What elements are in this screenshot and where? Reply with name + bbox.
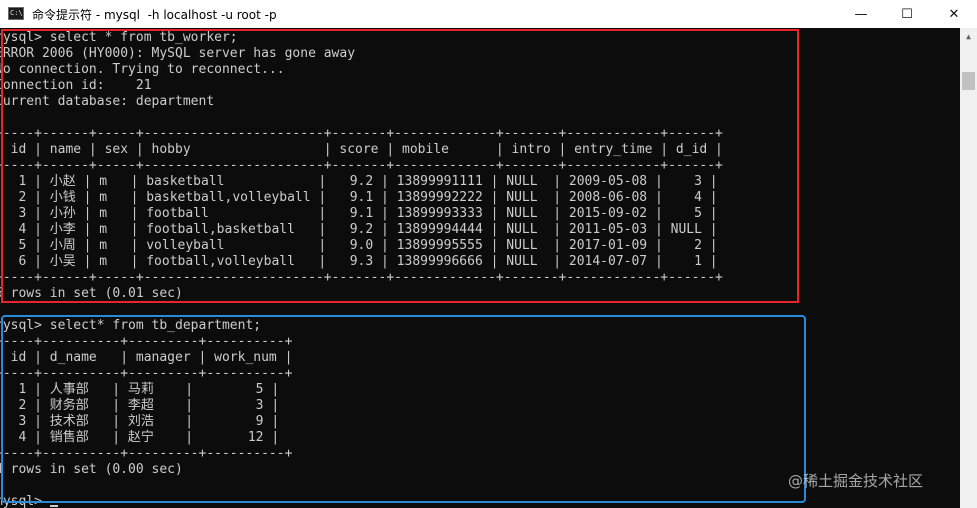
terminal-line: | 1 | 人事部 | 马莉 | 5 | [0, 382, 280, 397]
terminal-line: 4 rows in set (0.00 sec) [0, 462, 183, 477]
terminal-line: | 1 | 小赵 | m | basketball | 9.2 | 138999… [0, 174, 718, 189]
terminal-line: | 4 | 小李 | m | football,basketball | 9.2… [0, 222, 718, 237]
terminal-line: +----+------+-----+---------------------… [0, 126, 723, 141]
terminal-line: +----+----------+---------+----------+ [0, 366, 293, 381]
terminal-line: 6 rows in set (0.01 sec) [0, 286, 183, 301]
watermark: @稀土掘金技术社区 [788, 472, 924, 490]
terminal-line: | 2 | 小钱 | m | basketball,volleyball | 9… [0, 190, 718, 205]
terminal-line: +----+------+-----+---------------------… [0, 158, 723, 173]
terminal-line: Current database: department [0, 94, 215, 109]
window-title: 命令提示符 - mysql -h localhost -u root -p [32, 8, 277, 22]
close-button[interactable]: ✕ [931, 0, 977, 28]
text-cursor [49, 505, 58, 507]
vertical-scrollbar[interactable]: ▲ [960, 28, 977, 508]
terminal-line: No connection. Trying to reconnect... [0, 62, 285, 77]
scroll-up-arrow-icon[interactable]: ▲ [960, 28, 977, 45]
terminal-line: | 6 | 小吴 | m | football,volleyball | 9.3… [0, 254, 718, 269]
terminal-line: | 4 | 销售部 | 赵宁 | 12 | [0, 430, 280, 445]
terminal-line: mysql> select* from tb_department; [0, 318, 262, 333]
maximize-button[interactable]: ☐ [884, 0, 930, 28]
terminal-area[interactable]: mysql> select * from tb_worker; ERROR 200… [0, 28, 960, 508]
minimize-button[interactable]: — [838, 0, 884, 28]
terminal-line: | 3 | 技术部 | 刘浩 | 9 | [0, 414, 280, 429]
terminal-line: mysql> [0, 494, 723, 508]
terminal-line: ERROR 2006 (HY000): MySQL server has gon… [0, 46, 356, 61]
cmd-app-icon: C:\ [8, 7, 24, 20]
terminal-line: | id | name | sex | hobby | score | mobi… [0, 142, 723, 157]
terminal-line: | 2 | 财务部 | 李超 | 3 | [0, 398, 280, 413]
terminal-output: mysql> select * from tb_worker; ERROR 200… [0, 30, 723, 508]
terminal-line: +----+------+-----+---------------------… [0, 270, 723, 285]
terminal-line: | 3 | 小孙 | m | football | 9.1 | 13899993… [0, 206, 718, 221]
terminal-line: Connection id: 21 [0, 78, 152, 93]
terminal-line: +----+----------+---------+----------+ [0, 334, 293, 349]
terminal-line: mysql> select * from tb_worker; [0, 30, 238, 45]
terminal-line: | id | d_name | manager | work_num | [0, 350, 293, 365]
title-bar: C:\ 命令提示符 - mysql -h localhost -u root -… [0, 0, 977, 28]
terminal-line: | 5 | 小周 | m | volleyball | 9.0 | 138999… [0, 238, 718, 253]
scrollbar-thumb[interactable] [962, 72, 975, 90]
terminal-line: +----+----------+---------+----------+ [0, 446, 293, 461]
